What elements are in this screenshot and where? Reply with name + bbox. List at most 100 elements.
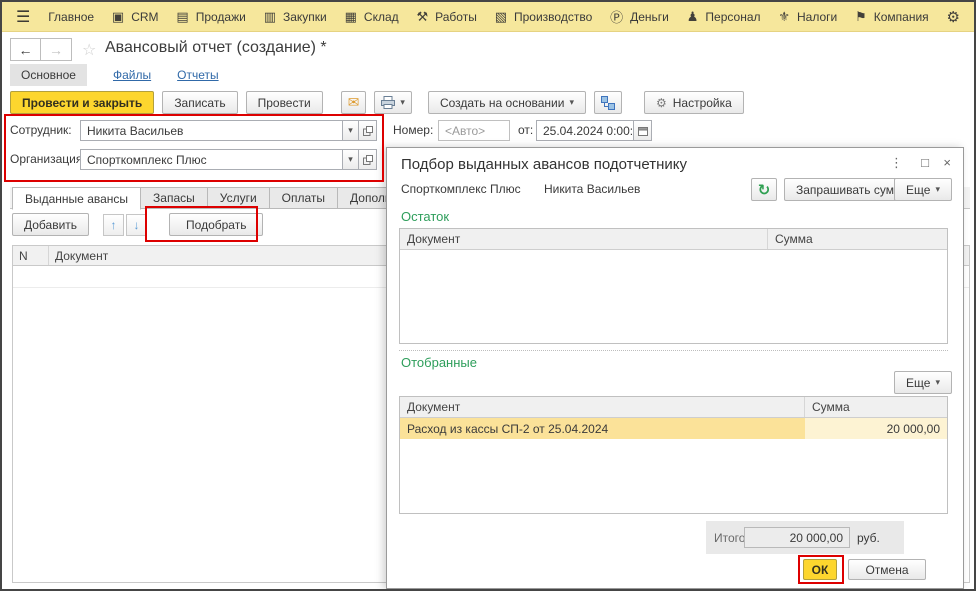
- column-n[interactable]: N: [13, 246, 49, 265]
- employee-caret-icon: ▾: [348, 125, 353, 136]
- employee-open-button[interactable]: [358, 120, 377, 141]
- selected-table[interactable]: Документ Сумма Расход из кассы СП-2 от 2…: [399, 396, 948, 514]
- works-icon: ⚒: [417, 9, 429, 25]
- ok-button[interactable]: ОК: [803, 559, 837, 580]
- menu-item-production[interactable]: ▧ Производство: [495, 9, 593, 25]
- more-label: Еще: [906, 183, 930, 197]
- organization-field[interactable]: Спорткомплекс Плюс: [80, 149, 343, 170]
- column-amount[interactable]: Сумма: [805, 397, 947, 417]
- menu-item-label: Компания: [874, 10, 929, 24]
- number-field[interactable]: <Авто>: [438, 120, 510, 141]
- printer-icon: [381, 96, 395, 109]
- tab-main[interactable]: Основное: [10, 64, 87, 86]
- more-button-top[interactable]: Еще▾: [894, 178, 952, 201]
- remainder-table[interactable]: Документ Сумма: [399, 228, 948, 344]
- menu-item-warehouse[interactable]: ▦Склад: [345, 9, 399, 25]
- doc-tab-services[interactable]: Услуги: [208, 187, 270, 209]
- selected-section-title: Отобранные: [401, 355, 477, 370]
- total-panel: Итого: 20 000,00 руб.: [706, 521, 904, 554]
- section-tabs: Основное Файлы Отчеты: [10, 64, 219, 86]
- tab-reports[interactable]: Отчеты: [177, 68, 218, 82]
- open-link-icon: [363, 126, 373, 136]
- dialog-maximize-icon[interactable]: □: [921, 155, 929, 170]
- menu-item-main[interactable]: Главное: [48, 10, 94, 24]
- calendar-icon: [638, 126, 648, 136]
- crm-icon: ▣: [112, 9, 124, 25]
- menu-item-label: Закупки: [283, 10, 327, 24]
- save-button[interactable]: Записать: [162, 91, 237, 114]
- date-field[interactable]: 25.04.2024 0:00:00: [536, 120, 634, 141]
- hamburger-menu-icon[interactable]: ☰: [16, 7, 30, 27]
- column-amount[interactable]: Сумма: [768, 229, 947, 249]
- back-button[interactable]: ←: [10, 38, 41, 61]
- table-row-selected[interactable]: Расход из кассы СП-2 от 25.04.2024 20 00…: [400, 418, 947, 439]
- organization-open-button[interactable]: [358, 149, 377, 170]
- row-amount-cell[interactable]: 20 000,00: [805, 418, 947, 439]
- column-document[interactable]: Документ: [400, 229, 768, 249]
- menu-item-staff[interactable]: ♟Персонал: [687, 9, 761, 25]
- menu-item-label: Производство: [514, 10, 592, 24]
- setup-button[interactable]: ⚙ Настройка: [644, 91, 744, 114]
- menu-item-crm[interactable]: ▣CRM: [112, 9, 159, 25]
- menu-item-label: Главное: [48, 10, 94, 24]
- menu-item-label: Работы: [435, 10, 477, 24]
- post-and-close-button[interactable]: Провести и закрыть: [10, 91, 154, 114]
- column-document[interactable]: Документ: [400, 397, 805, 417]
- setup-gear-icon: ⚙: [656, 96, 667, 110]
- menu-item-purchases[interactable]: ▥ Закупки: [264, 9, 327, 25]
- pick-button[interactable]: Подобрать: [169, 213, 263, 236]
- favorite-star-icon[interactable]: ☆: [82, 40, 96, 60]
- create-based-on-button[interactable]: Создать на основании▾: [428, 91, 586, 114]
- more-caret-icon: ▾: [935, 377, 940, 388]
- row-document-cell[interactable]: Расход из кассы СП-2 от 25.04.2024: [400, 418, 805, 439]
- purchases-icon: ▥: [264, 9, 276, 25]
- selected-table-header: Документ Сумма: [400, 397, 947, 418]
- production-icon: ▧: [495, 9, 507, 25]
- more-label: Еще: [906, 376, 930, 390]
- dialog-more-icon[interactable]: ⋮: [890, 155, 903, 171]
- move-down-button[interactable]: ↓: [126, 214, 147, 236]
- post-button[interactable]: Провести: [246, 91, 323, 114]
- doc-tabs: Выданные авансы Запасы Услуги Оплаты Доп…: [12, 187, 449, 209]
- menu-item-taxes[interactable]: ⚜ Налоги: [778, 9, 837, 25]
- employee-label: Сотрудник:: [10, 123, 72, 137]
- menu-item-money[interactable]: Ⓟ Деньги: [610, 7, 669, 26]
- doc-tab-stock[interactable]: Запасы: [141, 187, 208, 209]
- employee-dropdown-button[interactable]: ▾: [342, 120, 359, 141]
- cancel-button[interactable]: Отмена: [848, 559, 926, 580]
- refresh-icon: ↻: [758, 181, 771, 199]
- settings-gear-icon[interactable]: ⚙: [947, 8, 960, 26]
- date-calendar-button[interactable]: [633, 120, 652, 141]
- date-label: от:: [518, 123, 533, 137]
- related-documents-button[interactable]: [594, 91, 622, 114]
- employee-field[interactable]: Никита Васильев: [80, 120, 343, 141]
- remainder-table-header: Документ Сумма: [400, 229, 947, 250]
- organization-caret-icon: ▾: [348, 154, 353, 165]
- menu-item-sales[interactable]: ▤Продажи: [176, 9, 245, 25]
- related-documents-icon: [601, 96, 615, 110]
- more-button-selected[interactable]: Еще ▾: [894, 371, 952, 394]
- doc-tab-payments[interactable]: Оплаты: [270, 187, 338, 209]
- dialog-close-icon[interactable]: ×: [943, 155, 951, 170]
- add-row-button[interactable]: Добавить: [12, 213, 89, 236]
- tab-files[interactable]: Файлы: [113, 68, 151, 82]
- refresh-button[interactable]: ↻: [751, 178, 777, 201]
- move-up-button[interactable]: ↑: [103, 214, 124, 236]
- forward-button[interactable]: →: [41, 38, 72, 61]
- menu-item-works[interactable]: ⚒ Работы: [417, 9, 477, 25]
- doc-tab-advances[interactable]: Выданные авансы: [12, 187, 141, 210]
- menu-item-company[interactable]: ⚑ Компания: [855, 9, 929, 25]
- taxes-icon: ⚜: [778, 9, 790, 25]
- menu-item-label: Деньги: [630, 10, 669, 24]
- organization-dropdown-button[interactable]: ▾: [342, 149, 359, 170]
- create-based-on-label: Создать на основании: [440, 96, 565, 110]
- setup-label: Настройка: [673, 96, 732, 110]
- company-icon: ⚑: [855, 9, 867, 25]
- app-window: ☰ Главное ▣CRM ▤Продажи ▥Закупки ▦Склад …: [0, 0, 976, 591]
- mail-button[interactable]: ✉: [341, 91, 367, 114]
- print-button[interactable]: ▾: [374, 91, 412, 114]
- mail-icon: ✉: [348, 94, 360, 111]
- money-icon: Ⓟ: [610, 7, 623, 26]
- menu-item-label: Налоги: [797, 10, 837, 24]
- pick-advances-dialog: Подбор выданных авансов подотчетнику ⋮ □…: [386, 147, 964, 589]
